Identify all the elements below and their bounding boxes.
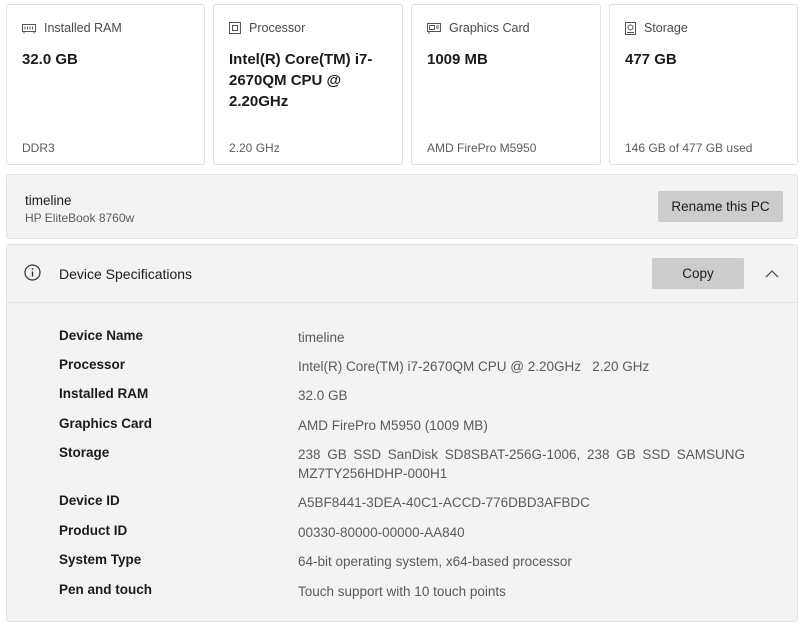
graphics-card-icon <box>427 22 441 34</box>
spec-label: Storage <box>59 445 110 460</box>
pc-name-bar: timeline HP EliteBook 8760w Rename this … <box>6 174 798 239</box>
spec-label: System Type <box>59 552 142 567</box>
spec-value: AMD FirePro M5950 (1009 MB) <box>298 418 488 433</box>
spec-label: Installed RAM <box>59 386 149 401</box>
card-subtitle: 146 GB of 477 GB used <box>625 141 753 155</box>
installed-ram-card: Installed RAM 32.0 GB DDR3 <box>6 4 205 165</box>
spec-value: 238 GB SSD SanDisk SD8SBAT-256G-1006, 23… <box>298 447 745 481</box>
device-specifications-panel: Device Specifications Copy Device Name t… <box>6 244 798 622</box>
pc-name: timeline <box>25 193 72 208</box>
spec-value: Touch support with 10 touch points <box>298 584 506 599</box>
card-value: Intel(R) Core(TM) i7-2670QM CPU @ 2.20GH… <box>229 51 373 110</box>
device-specifications-title: Device Specifications <box>59 266 193 282</box>
chevron-up-icon[interactable] <box>765 266 779 284</box>
copy-button[interactable]: Copy <box>652 258 744 289</box>
card-title: Storage <box>644 21 688 35</box>
spec-value: 00330-80000-00000-AA840 <box>298 525 465 540</box>
spec-label: Pen and touch <box>59 582 153 597</box>
spec-value: Intel(R) Core(TM) i7-2670QM CPU @ 2.20GH… <box>298 359 650 374</box>
card-title: Processor <box>249 21 306 35</box>
spec-value: A5BF8441-3DEA-40C1-ACCD-776DBD3AFBDC <box>298 495 590 510</box>
card-title: Graphics Card <box>449 21 530 35</box>
device-specifications-header[interactable]: Device Specifications Copy <box>7 245 797 303</box>
spec-value: timeline <box>298 330 345 345</box>
graphics-card-card: Graphics Card 1009 MB AMD FirePro M5950 <box>411 4 601 165</box>
spec-label: Graphics Card <box>59 416 153 431</box>
storage-icon <box>625 21 636 35</box>
card-subtitle: AMD FirePro M5950 <box>427 141 537 155</box>
spec-label: Product ID <box>59 523 128 538</box>
storage-card: Storage 477 GB 146 GB of 477 GB used <box>609 4 798 165</box>
spec-label: Device Name <box>59 328 144 343</box>
card-subtitle: DDR3 <box>22 141 55 155</box>
card-value: 477 GB <box>625 51 677 68</box>
pc-model: HP EliteBook 8760w <box>25 211 135 225</box>
card-value: 1009 MB <box>427 51 488 68</box>
card-title: Installed RAM <box>44 21 122 35</box>
rename-pc-button[interactable]: Rename this PC <box>658 191 783 222</box>
spec-value: 32.0 GB <box>298 388 348 403</box>
processor-icon <box>229 22 241 34</box>
card-subtitle: 2.20 GHz <box>229 141 280 155</box>
spec-label: Device ID <box>59 493 120 508</box>
info-icon <box>24 264 41 286</box>
processor-card: Processor Intel(R) Core(TM) i7-2670QM CP… <box>213 4 403 165</box>
card-value: 32.0 GB <box>22 51 78 68</box>
spec-value: 64-bit operating system, x64-based proce… <box>298 554 572 569</box>
ram-icon <box>22 23 36 34</box>
spec-label: Processor <box>59 357 126 372</box>
